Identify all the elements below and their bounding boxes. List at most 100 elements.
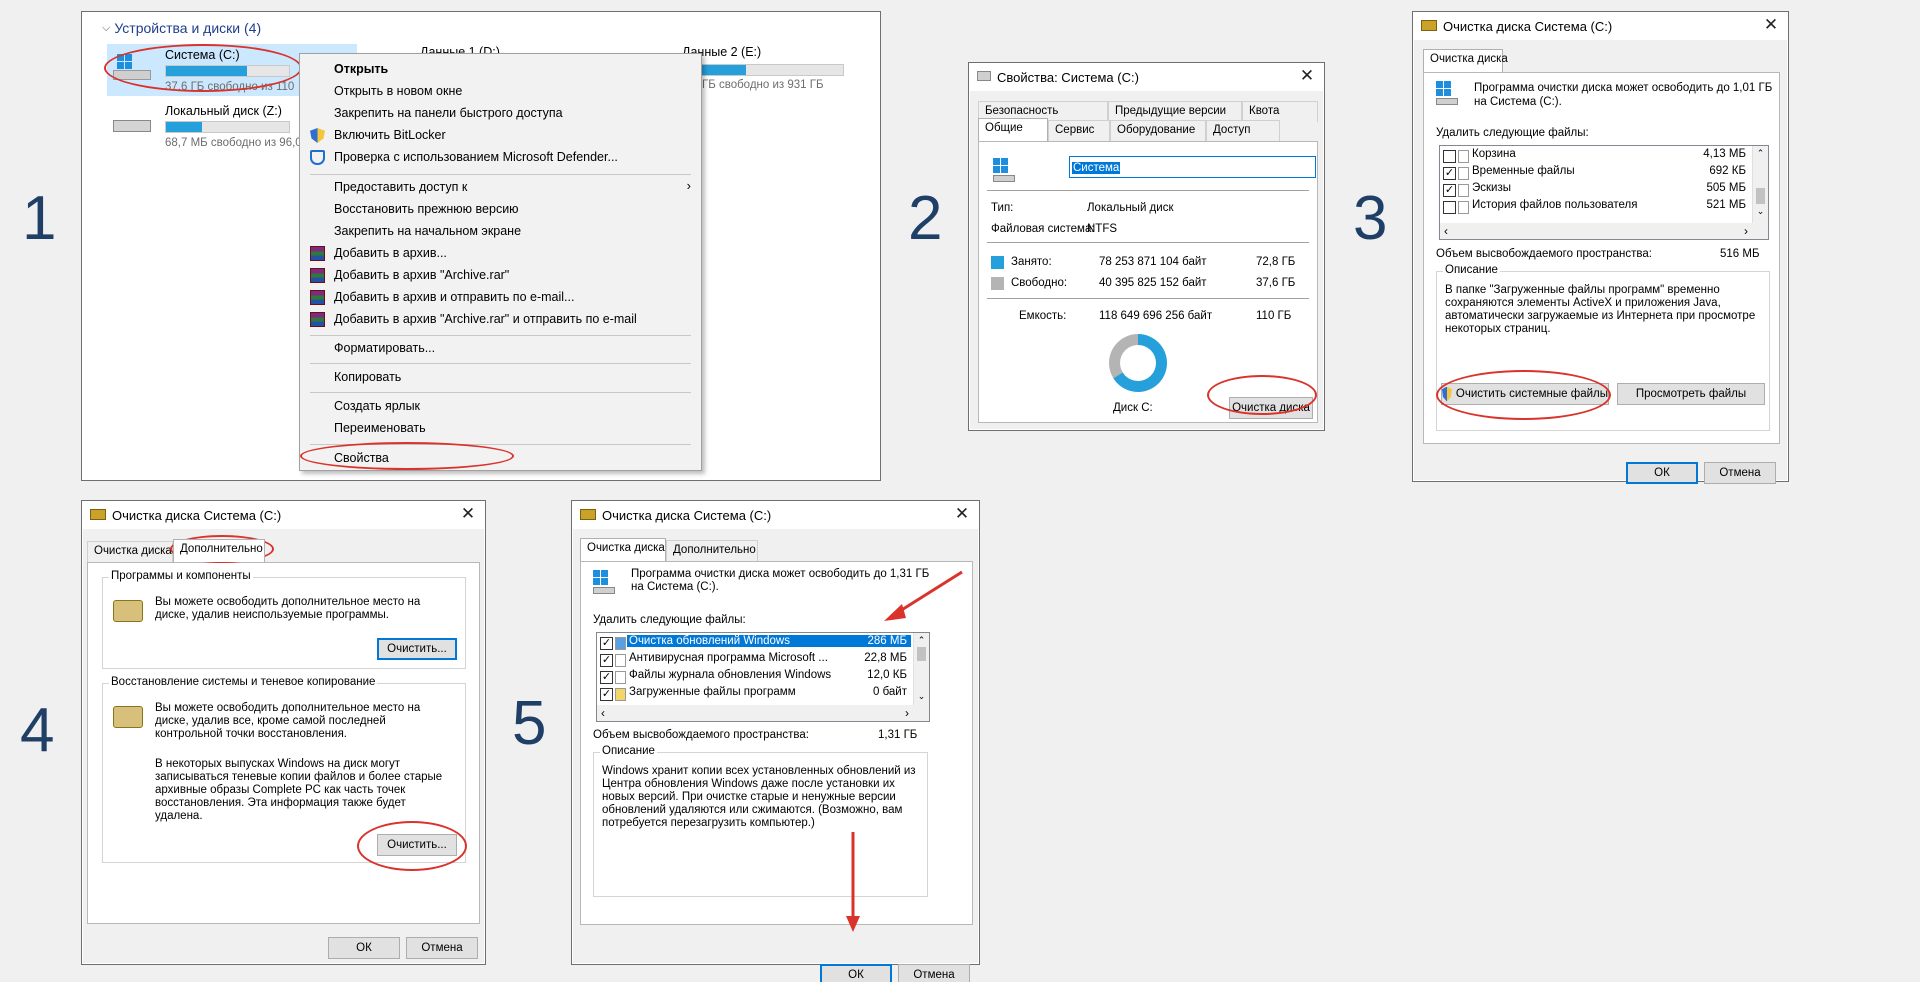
cancel-button[interactable]: Отмена bbox=[1704, 462, 1776, 484]
checkbox[interactable]: ✓ bbox=[600, 671, 613, 684]
menu-item-add-archive[interactable]: Добавить в архив... bbox=[300, 242, 701, 264]
list-item[interactable]: ✓ Файлы журнала обновления Windows 12,0 КБ bbox=[597, 669, 929, 686]
scroll-right-icon[interactable]: › bbox=[905, 706, 909, 720]
tab-general[interactable]: Общие bbox=[978, 118, 1048, 141]
menu-item-rename[interactable]: Переименовать bbox=[300, 417, 701, 439]
free-bytes: 40 395 825 152 байт bbox=[1099, 277, 1207, 289]
properties-dialog: Свойства: Система (C:) ✕ Безопасность Пр… bbox=[968, 62, 1325, 431]
checkbox[interactable] bbox=[1443, 150, 1456, 163]
tab-quota[interactable]: Квота bbox=[1242, 101, 1318, 122]
menu-item-copy[interactable]: Копировать bbox=[300, 366, 701, 388]
tab-disk-cleanup[interactable]: Очистка диска bbox=[1423, 49, 1508, 72]
menu-item-share[interactable]: Предоставить доступ к › bbox=[300, 176, 701, 198]
drive-name-input[interactable]: Система bbox=[1069, 156, 1316, 178]
scroll-left-icon[interactable]: ‹ bbox=[601, 706, 605, 720]
list-item[interactable]: ✓ Антивирусная программа Microsoft ... 22,… bbox=[597, 652, 929, 669]
horizontal-scrollbar[interactable]: ‹ › bbox=[1440, 223, 1768, 239]
scroll-thumb[interactable] bbox=[917, 647, 926, 661]
usage-donut-chart bbox=[1109, 334, 1167, 392]
tab-previous-versions[interactable]: Предыдущие версии bbox=[1108, 101, 1242, 122]
divider bbox=[987, 298, 1309, 299]
tab-disk-cleanup[interactable]: Очистка диска bbox=[580, 538, 666, 561]
menu-item-pin-quick-access[interactable]: Закрепить на панели быстрого доступа bbox=[300, 102, 701, 124]
tab-disk-cleanup[interactable]: Очистка диска bbox=[87, 541, 173, 562]
list-item[interactable]: Корзина 4,13 МБ bbox=[1440, 148, 1768, 165]
cleanup-tab-pane: Программа очистки диска может освободить… bbox=[580, 561, 973, 925]
drive-c-free: 37,6 ГБ свободно из 110 bbox=[165, 81, 295, 93]
disk-cleanup-icon bbox=[90, 509, 106, 520]
ok-button[interactable]: ОК bbox=[1626, 462, 1698, 484]
menu-item-format[interactable]: Форматировать... bbox=[300, 337, 701, 359]
menu-item-add-archive-rar[interactable]: Добавить в архив "Archive.rar" bbox=[300, 264, 701, 286]
checkbox[interactable]: ✓ bbox=[600, 654, 613, 667]
devices-group-header[interactable]: ⌵ Устройства и диски (4) bbox=[102, 20, 261, 36]
cleanup-intro: Программа очистки диска может освободить… bbox=[631, 568, 930, 593]
scroll-left-icon[interactable]: ‹ bbox=[1444, 224, 1448, 238]
scroll-down-icon[interactable]: ⌄ bbox=[914, 689, 929, 703]
step-number-4: 4 bbox=[20, 696, 55, 765]
drive-c-label: Система (C:) bbox=[165, 48, 240, 62]
list-item[interactable]: ✓ Очистка обновлений Windows 286 МБ bbox=[597, 635, 929, 652]
cancel-button[interactable]: Отмена bbox=[898, 964, 970, 982]
title-bar: Очистка диска Система (C:) bbox=[82, 501, 485, 529]
tab-service[interactable]: Сервис bbox=[1048, 120, 1110, 141]
clean-system-files-button[interactable]: Очистить системные файлы bbox=[1441, 383, 1609, 405]
menu-separator bbox=[310, 335, 691, 336]
windows-drive-icon bbox=[993, 158, 1015, 182]
menu-item-archive-rar-email[interactable]: Добавить в архив "Archive.rar" и отправи… bbox=[300, 308, 701, 330]
winrar-icon bbox=[310, 312, 325, 327]
used-color-swatch bbox=[991, 256, 1004, 269]
tab-access[interactable]: Доступ bbox=[1206, 120, 1280, 141]
menu-item-defender[interactable]: Проверка с использованием Microsoft Defe… bbox=[300, 146, 701, 168]
disk-cleanup-button[interactable]: Очистка диска bbox=[1229, 397, 1313, 419]
free-gb: 37,6 ГБ bbox=[1256, 277, 1296, 289]
file-list[interactable]: Корзина 4,13 МБ ✓ Временные файлы 692 КБ ✓ Э… bbox=[1439, 145, 1769, 240]
scroll-thumb[interactable] bbox=[1756, 188, 1765, 204]
list-item[interactable]: ✓ Временные файлы 692 КБ bbox=[1440, 165, 1768, 182]
menu-item-open[interactable]: Открыть bbox=[300, 58, 701, 80]
menu-item-archive-email[interactable]: Добавить в архив и отправить по e-mail..… bbox=[300, 286, 701, 308]
scroll-right-icon[interactable]: › bbox=[1744, 224, 1748, 238]
used-bytes: 78 253 871 104 байт bbox=[1099, 256, 1207, 268]
menu-item-open-new-window[interactable]: Открыть в новом окне bbox=[300, 80, 701, 102]
menu-item-pin-start[interactable]: Закрепить на начальном экране bbox=[300, 220, 701, 242]
tab-hardware[interactable]: Оборудование bbox=[1110, 120, 1206, 141]
scroll-up-icon[interactable]: ⌃ bbox=[914, 633, 929, 647]
tab-additional[interactable]: Дополнительно bbox=[173, 539, 265, 562]
tab-additional[interactable]: Дополнительно bbox=[666, 540, 758, 561]
list-item[interactable]: ✓ Загруженные файлы программ 0 байт bbox=[597, 686, 929, 703]
close-icon[interactable]: ✕ bbox=[459, 505, 477, 523]
checkbox[interactable]: ✓ bbox=[600, 688, 613, 701]
ok-button[interactable]: ОК bbox=[328, 937, 400, 959]
file-icon bbox=[1458, 184, 1469, 197]
menu-item-restore-version[interactable]: Восстановить прежнюю версию bbox=[300, 198, 701, 220]
checkbox[interactable]: ✓ bbox=[1443, 167, 1456, 180]
cancel-button[interactable]: Отмена bbox=[406, 937, 478, 959]
view-files-button[interactable]: Просмотреть файлы bbox=[1617, 383, 1765, 405]
close-icon[interactable]: ✕ bbox=[953, 505, 971, 523]
menu-item-properties[interactable]: Свойства bbox=[300, 447, 701, 469]
drive-z-free: 68,7 МБ свободно из 96,0 bbox=[165, 137, 302, 149]
used-label: Занято: bbox=[1011, 256, 1052, 268]
dialog-body: Безопасность Предыдущие версии Квота Общ… bbox=[970, 91, 1323, 429]
restore-cleanup-button[interactable]: Очистить... bbox=[377, 834, 457, 856]
list-item[interactable]: ✓ Эскизы 505 МБ bbox=[1440, 182, 1768, 199]
vertical-scrollbar[interactable]: ⌃ ⌄ bbox=[1752, 146, 1768, 223]
scroll-down-icon[interactable]: ⌄ bbox=[1753, 204, 1768, 218]
horizontal-scrollbar[interactable]: ‹ › bbox=[597, 705, 929, 721]
file-list[interactable]: ✓ Очистка обновлений Windows 286 МБ ✓ Антив… bbox=[596, 632, 930, 722]
vertical-scrollbar[interactable]: ⌃ ⌄ bbox=[913, 633, 929, 705]
menu-item-bitlocker[interactable]: Включить BitLocker bbox=[300, 124, 701, 146]
ok-button[interactable]: ОК bbox=[820, 964, 892, 982]
close-icon[interactable]: ✕ bbox=[1298, 67, 1316, 85]
cleanup-tab-pane: Программа очистки диска может освободить… bbox=[1423, 72, 1780, 444]
list-item[interactable]: История файлов пользователя 521 МБ bbox=[1440, 199, 1768, 216]
close-icon[interactable]: ✕ bbox=[1762, 16, 1780, 34]
checkbox[interactable]: ✓ bbox=[600, 637, 613, 650]
checkbox[interactable] bbox=[1443, 201, 1456, 214]
checkbox[interactable]: ✓ bbox=[1443, 184, 1456, 197]
winrar-icon bbox=[310, 290, 325, 305]
menu-item-create-shortcut[interactable]: Создать ярлык bbox=[300, 395, 701, 417]
scroll-up-icon[interactable]: ⌃ bbox=[1753, 146, 1768, 160]
programs-cleanup-button[interactable]: Очистить... bbox=[377, 638, 457, 660]
